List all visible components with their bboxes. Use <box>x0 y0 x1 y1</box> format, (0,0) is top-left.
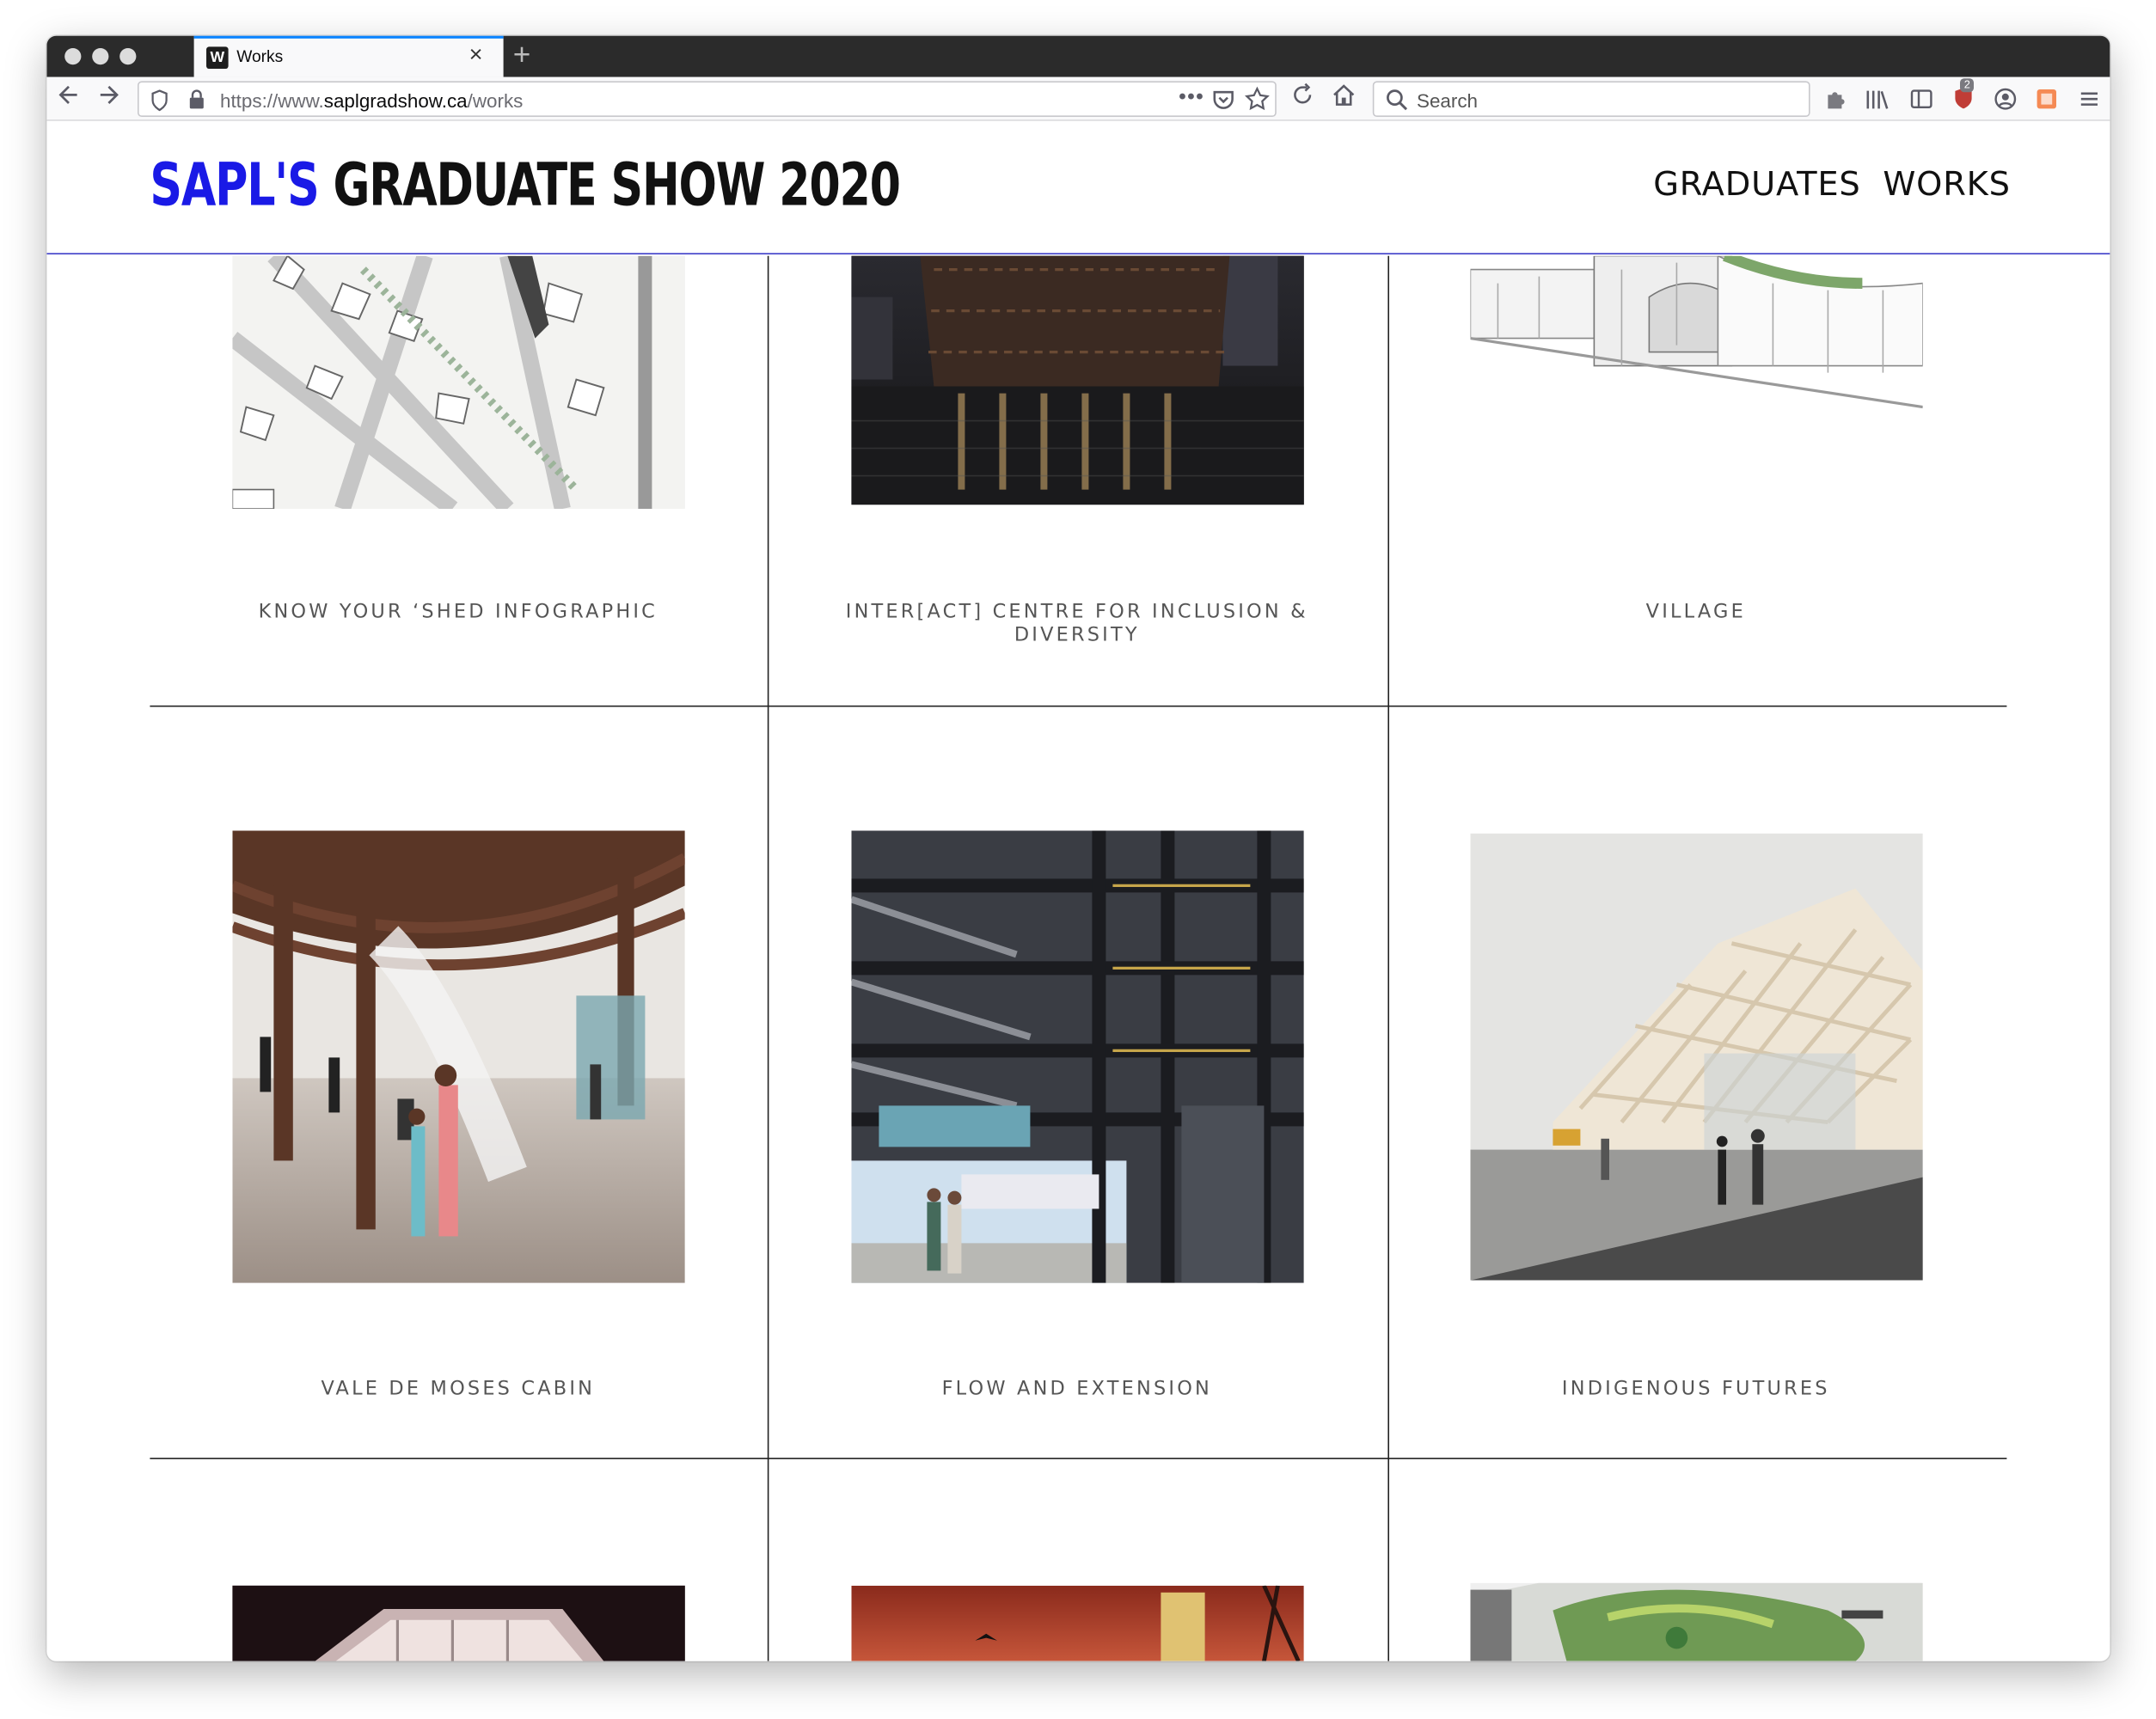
url-text: https://www.saplgradshow.ca/works <box>220 89 524 112</box>
browser-window: W Works × + https://www.saplgradshow.ca/… <box>46 35 2110 1661</box>
account-icon <box>1994 88 2017 110</box>
reload-icon <box>1294 83 1312 104</box>
hamburger-menu-icon <box>2080 92 2098 106</box>
bookmark-star-icon <box>1245 86 1270 111</box>
row-divider <box>150 705 2007 707</box>
work-image-lattice-building[interactable] <box>1470 833 1923 1281</box>
home-icon <box>1333 84 1355 106</box>
search-placeholder: Search <box>1417 89 1478 112</box>
close-window-button[interactable] <box>64 48 82 65</box>
address-bar[interactable]: https://www.saplgradshow.ca/works ••• <box>138 81 1277 117</box>
grid-divider <box>767 255 769 1661</box>
work-title[interactable]: FLOW AND EXTENSION <box>809 1378 1345 1401</box>
reload-button[interactable] <box>1289 81 1316 118</box>
search-bar[interactable]: Search <box>1372 81 1810 117</box>
tracking-shield-icon <box>151 89 168 112</box>
forward-button[interactable] <box>95 81 122 118</box>
extensions-puzzle-icon <box>1828 92 1845 109</box>
minimize-window-button[interactable] <box>92 48 109 65</box>
work-image-green-roof-plan[interactable] <box>1470 1582 1923 1661</box>
site-logo[interactable]: SAPL'S GRADUATE SHOW 2020 <box>150 151 901 220</box>
nav-graduates[interactable]: GRADUATES <box>1653 165 1860 204</box>
search-icon <box>1387 89 1408 111</box>
work-title[interactable]: KNOW YOUR ‘SHED INFOGRAPHIC <box>190 601 726 624</box>
back-arrow-icon <box>58 85 77 104</box>
work-title[interactable]: INDIGENOUS FUTURES <box>1428 1378 1964 1401</box>
navigation-toolbar: https://www.saplgradshow.ca/works ••• Se… <box>46 76 2110 121</box>
zoom-window-button[interactable] <box>119 48 137 65</box>
work-title[interactable]: INTER[ACT] CENTRE FOR INCLUSION & DIVERS… <box>809 601 1345 647</box>
forward-arrow-icon <box>100 85 119 104</box>
new-tab-button[interactable]: + <box>513 37 531 73</box>
library-icon <box>1866 90 1889 109</box>
lock-icon <box>189 89 204 109</box>
nav-works[interactable]: WORKS <box>1883 165 2010 204</box>
sidebar-icon <box>1910 89 1932 109</box>
back-button[interactable] <box>55 81 83 118</box>
ublock-extension-button[interactable]: 2 <box>1951 78 1976 111</box>
pocket-icon <box>1213 90 1234 109</box>
grid-divider <box>1387 255 1389 1661</box>
row-divider <box>150 1458 2007 1459</box>
work-image-tower-sunset[interactable] <box>851 1585 1304 1661</box>
site-header: SAPL'S GRADUATE SHOW 2020 GRADUATES WORK… <box>46 120 2110 254</box>
extension-orange-icon <box>2037 89 2056 109</box>
work-title[interactable]: VILLAGE <box>1428 601 1964 624</box>
home-button[interactable] <box>1330 81 1357 118</box>
work-image-section-drawing[interactable] <box>1470 255 1923 410</box>
page-actions-icon[interactable]: ••• <box>1179 84 1204 112</box>
tab-bar: W Works × + <box>46 35 2110 77</box>
work-image-night-waterfront[interactable] <box>851 255 1304 505</box>
work-image-pavilion-interior[interactable] <box>232 830 685 1283</box>
tab-title: Works <box>236 46 284 66</box>
close-tab-icon[interactable]: × <box>469 41 483 69</box>
work-image-steel-frame-structure[interactable] <box>851 830 1304 1283</box>
tab-works[interactable]: W Works × <box>193 35 504 77</box>
works-grid: KNOW YOUR ‘SHED INFOGRAPHIC INTER[ACT] C… <box>46 255 2110 1661</box>
work-image-site-plan[interactable] <box>232 255 685 509</box>
site-favicon-icon: W <box>206 46 229 69</box>
work-title[interactable]: VALE DE MOSES CABIN <box>190 1378 726 1401</box>
extension-badge-count: 2 <box>1960 78 1975 93</box>
work-image-glowing-pavilion[interactable] <box>232 1585 685 1661</box>
